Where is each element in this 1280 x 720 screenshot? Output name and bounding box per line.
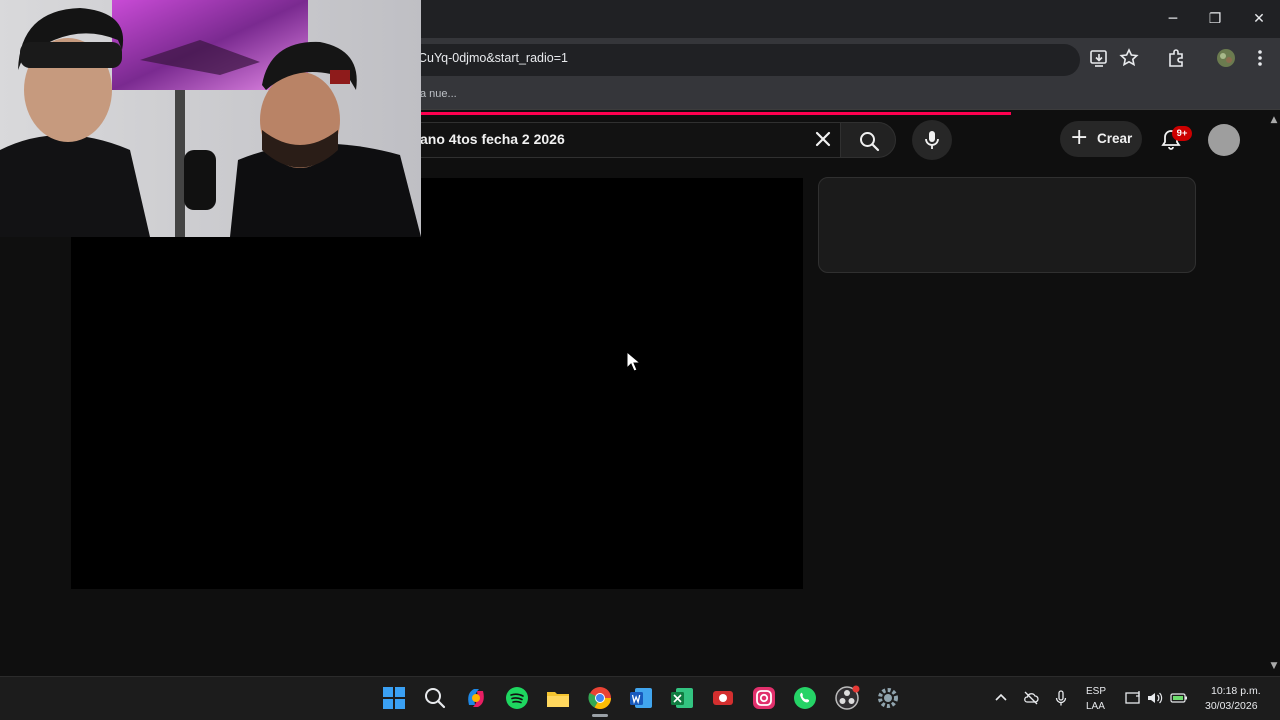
- kebab-menu-icon[interactable]: [1249, 47, 1271, 69]
- install-app-icon[interactable]: [1088, 47, 1110, 69]
- minimize-button[interactable]: ─: [1162, 8, 1184, 30]
- plus-icon: +: [1070, 125, 1089, 150]
- create-button[interactable]: + Crear: [1060, 121, 1142, 157]
- clock-time[interactable]: 10:18 p.m.: [1211, 685, 1261, 697]
- battery-icon[interactable]: [1170, 689, 1188, 707]
- clock-date[interactable]: 30/03/2026: [1205, 700, 1258, 712]
- keyboard-layout[interactable]: LAA: [1086, 701, 1105, 712]
- bookmark-item[interactable]: a nue...: [420, 88, 457, 100]
- cloud-off-icon[interactable]: [1022, 689, 1040, 707]
- sidebar-placeholder-card: [818, 177, 1196, 273]
- copilot-icon[interactable]: [461, 683, 491, 713]
- profile-icon[interactable]: [1215, 47, 1237, 69]
- settings-icon[interactable]: [873, 683, 903, 713]
- mic-icon: [925, 131, 939, 149]
- search-query-text[interactable]: ano 4tos fecha 2 2026: [420, 131, 565, 147]
- microphone-icon[interactable]: [1052, 689, 1070, 707]
- webcam-overlay: [0, 0, 421, 237]
- voice-search-button[interactable]: [912, 120, 952, 160]
- create-label: Crear: [1097, 131, 1133, 146]
- mouse-cursor-icon: [626, 351, 642, 372]
- language-code[interactable]: ESP: [1086, 686, 1106, 697]
- instagram-icon[interactable]: [749, 683, 779, 713]
- video-player[interactable]: [71, 178, 803, 589]
- active-app-indicator: [592, 714, 608, 717]
- spotify-icon[interactable]: [502, 683, 532, 713]
- address-bar-url[interactable]: CuYq-0djmo&start_radio=1: [418, 51, 568, 65]
- chrome-icon[interactable]: [585, 683, 615, 713]
- star-icon[interactable]: [1118, 47, 1140, 69]
- whatsapp-icon[interactable]: [790, 683, 820, 713]
- file-explorer-icon[interactable]: [543, 683, 573, 713]
- notification-badge: 9+: [1172, 126, 1192, 141]
- scroll-up-arrow-icon[interactable]: ▲: [1268, 114, 1280, 126]
- scroll-down-arrow-icon[interactable]: ▼: [1268, 660, 1280, 672]
- extensions-icon[interactable]: [1165, 47, 1187, 69]
- red-app-icon[interactable]: [708, 683, 738, 713]
- avatar[interactable]: [1208, 124, 1240, 156]
- screen: ─ ❐ ✕ CuYq-0djmo&start_radio=1 a nue... …: [0, 0, 1280, 720]
- excel-icon[interactable]: [667, 683, 697, 713]
- search-icon: [860, 132, 880, 152]
- close-icon[interactable]: [812, 128, 834, 150]
- windows-start-icon[interactable]: [379, 683, 409, 713]
- volume-icon[interactable]: [1146, 689, 1164, 707]
- search-icon[interactable]: [420, 683, 450, 713]
- search-button[interactable]: [840, 122, 896, 158]
- obs-icon[interactable]: [832, 683, 862, 713]
- restore-button[interactable]: ❐: [1204, 8, 1226, 30]
- chevron-up-icon[interactable]: [992, 689, 1010, 707]
- word-icon[interactable]: [626, 683, 656, 713]
- network-icon[interactable]: [1124, 689, 1142, 707]
- close-window-button[interactable]: ✕: [1248, 8, 1270, 30]
